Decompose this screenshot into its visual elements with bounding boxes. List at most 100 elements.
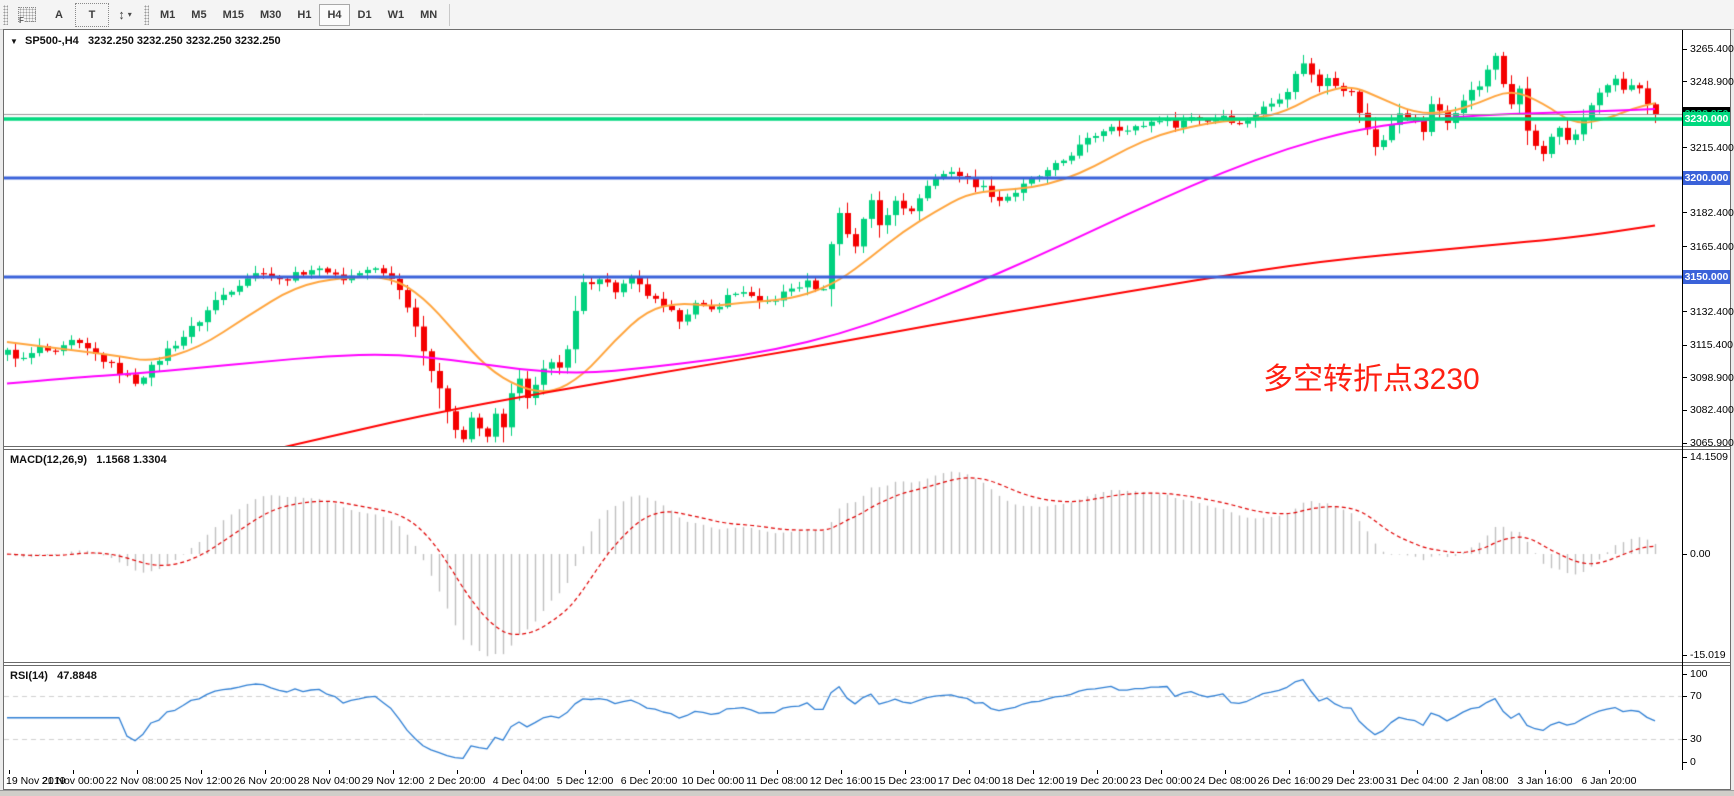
price-tick-label: 3248.900	[1683, 76, 1734, 88]
time-tick-mark	[9, 770, 10, 774]
time-axis-label: 18 Dec 12:00	[1002, 775, 1064, 787]
arrows-icon: ↕	[118, 7, 126, 22]
timeframe-button-m30[interactable]: M30	[252, 4, 289, 26]
time-tick-mark	[329, 770, 330, 774]
chart-annotation-text[interactable]: 多空转折点3230	[1263, 354, 1480, 398]
time-axis-label: 26 Nov 20:00	[234, 775, 296, 787]
time-tick-mark	[1161, 770, 1162, 774]
top-toolbar: F A T ↕ ▾ M1M5M15M30H1H4D1W1MN	[0, 0, 1734, 30]
time-axis-label: 25 Nov 12:00	[170, 775, 232, 787]
time-axis-label: 6 Dec 20:00	[621, 775, 678, 787]
time-axis-label: 11 Dec 08:00	[746, 775, 808, 787]
timeframe-button-h4[interactable]: H4	[319, 4, 349, 26]
letter-t-icon: T	[89, 9, 96, 21]
timeframe-button-d1[interactable]: D1	[350, 4, 380, 26]
symbol-title: SP500-,H4	[25, 35, 79, 47]
time-axis-label: 24 Dec 08:00	[1194, 775, 1256, 787]
timeframe-button-w1[interactable]: W1	[380, 4, 413, 26]
macd-header: MACD(12,26,9) 1.1568 1.3304	[10, 454, 167, 466]
timeframe-button-mn[interactable]: MN	[412, 4, 445, 26]
price-line-label-box: 3150.000	[1683, 270, 1730, 284]
rsi-name: RSI(14)	[10, 670, 48, 682]
macd-max-label: 14.1509	[1683, 451, 1728, 463]
macd-min-label: -15.019	[1683, 649, 1726, 661]
price-tick-label: 3115.400	[1683, 339, 1733, 351]
time-tick-mark	[969, 770, 970, 774]
time-axis-label: 19 Dec 20:00	[1066, 775, 1128, 787]
time-axis-label: 5 Dec 12:00	[557, 775, 614, 787]
grid-dots-icon: F	[18, 7, 36, 22]
time-axis-label: 10 Dec 00:00	[682, 775, 744, 787]
price-tick-label: 3165.400	[1683, 241, 1734, 253]
chevron-down-icon: ▾	[128, 10, 132, 19]
time-tick-mark	[1353, 770, 1354, 774]
time-tick-mark	[73, 770, 74, 774]
time-axis-label: 31 Dec 04:00	[1386, 775, 1448, 787]
price-line-label-box: 3232.250	[1683, 107, 1730, 121]
time-tick-mark	[905, 770, 906, 774]
price-line-label-box: 3200.000	[1683, 171, 1730, 185]
time-axis-label: 4 Dec 04:00	[493, 775, 550, 787]
price-axis-line	[1682, 30, 1683, 770]
toolbar-grip[interactable]	[144, 5, 149, 25]
time-tick-mark	[265, 770, 266, 774]
time-tick-mark	[585, 770, 586, 774]
rsi-level-label: 30	[1683, 733, 1702, 745]
time-tick-mark	[1097, 770, 1098, 774]
time-tick-mark	[1545, 770, 1546, 774]
time-axis-label: 12 Dec 16:00	[810, 775, 872, 787]
rsi-level-label: 0	[1683, 756, 1696, 768]
time-tick-mark	[713, 770, 714, 774]
symbol-ohlc-values: 3232.250 3232.250 3232.250 3232.250	[88, 35, 281, 47]
time-tick-mark	[777, 770, 778, 774]
indicators-dropdown-button[interactable]: ↕ ▾	[109, 4, 141, 26]
chart-window: ▼ SP500-,H4 3232.250 3232.250 3232.250 3…	[3, 29, 1731, 790]
text-tool-button[interactable]: T	[75, 3, 109, 27]
time-tick-mark	[457, 770, 458, 774]
symbol-dropdown-icon[interactable]: ▼	[10, 37, 18, 46]
price-line-label-box: 3230.000	[1683, 112, 1730, 126]
time-axis-label: 3 Jan 16:00	[1518, 775, 1573, 787]
price-tick-label: 3182.400	[1683, 207, 1734, 219]
toolbar-separator	[449, 4, 450, 26]
time-tick-mark	[201, 770, 202, 774]
label-a-button[interactable]: A	[43, 4, 75, 26]
time-tick-mark	[649, 770, 650, 774]
rsi-level-label: 70	[1683, 690, 1702, 702]
time-axis-label: 29 Dec 23:00	[1322, 775, 1384, 787]
timeframe-button-h1[interactable]: H1	[289, 4, 319, 26]
toolbar-grip[interactable]	[3, 5, 8, 25]
macd-panel-canvas[interactable]	[4, 450, 1682, 662]
time-axis-label: 2 Jan 08:00	[1454, 775, 1509, 787]
macd-name: MACD(12,26,9)	[10, 454, 87, 466]
timeframe-button-m5[interactable]: M5	[183, 4, 214, 26]
time-tick-mark	[1417, 770, 1418, 774]
time-axis-label: 17 Dec 04:00	[938, 775, 1000, 787]
rsi-level-label: 100	[1683, 668, 1708, 680]
price-tick-label: 3082.400	[1683, 404, 1734, 416]
timeframe-bar: M1M5M15M30H1H4D1W1MN	[152, 4, 445, 26]
timeframe-button-m1[interactable]: M1	[152, 4, 183, 26]
time-tick-mark	[1481, 770, 1482, 774]
time-tick-mark	[1609, 770, 1610, 774]
price-tick-label: 3098.900	[1683, 372, 1734, 384]
time-tick-mark	[1225, 770, 1226, 774]
time-tick-mark	[1033, 770, 1034, 774]
time-axis: 19 Nov 201921 Nov 00:0022 Nov 08:0025 No…	[4, 770, 1730, 789]
time-axis-label: 26 Dec 16:00	[1258, 775, 1320, 787]
time-tick-mark	[841, 770, 842, 774]
time-axis-label: 2 Dec 20:00	[429, 775, 486, 787]
timeframe-button-m15[interactable]: M15	[215, 4, 252, 26]
time-tick-mark	[521, 770, 522, 774]
time-axis-label: 6 Jan 20:00	[1582, 775, 1637, 787]
letter-a-icon: A	[55, 9, 63, 21]
rsi-value: 47.8848	[57, 670, 97, 682]
rsi-panel-canvas[interactable]	[4, 666, 1682, 770]
price-tick-label: 3265.400	[1683, 43, 1734, 55]
time-axis-label: 29 Nov 12:00	[362, 775, 424, 787]
macd-values: 1.1568 1.3304	[96, 454, 166, 466]
time-axis-label: 23 Dec 00:00	[1130, 775, 1192, 787]
price-tick-label: 3215.400	[1683, 142, 1734, 154]
rsi-header: RSI(14) 47.8848	[10, 670, 97, 682]
chart-grid-button[interactable]: F	[11, 4, 43, 26]
